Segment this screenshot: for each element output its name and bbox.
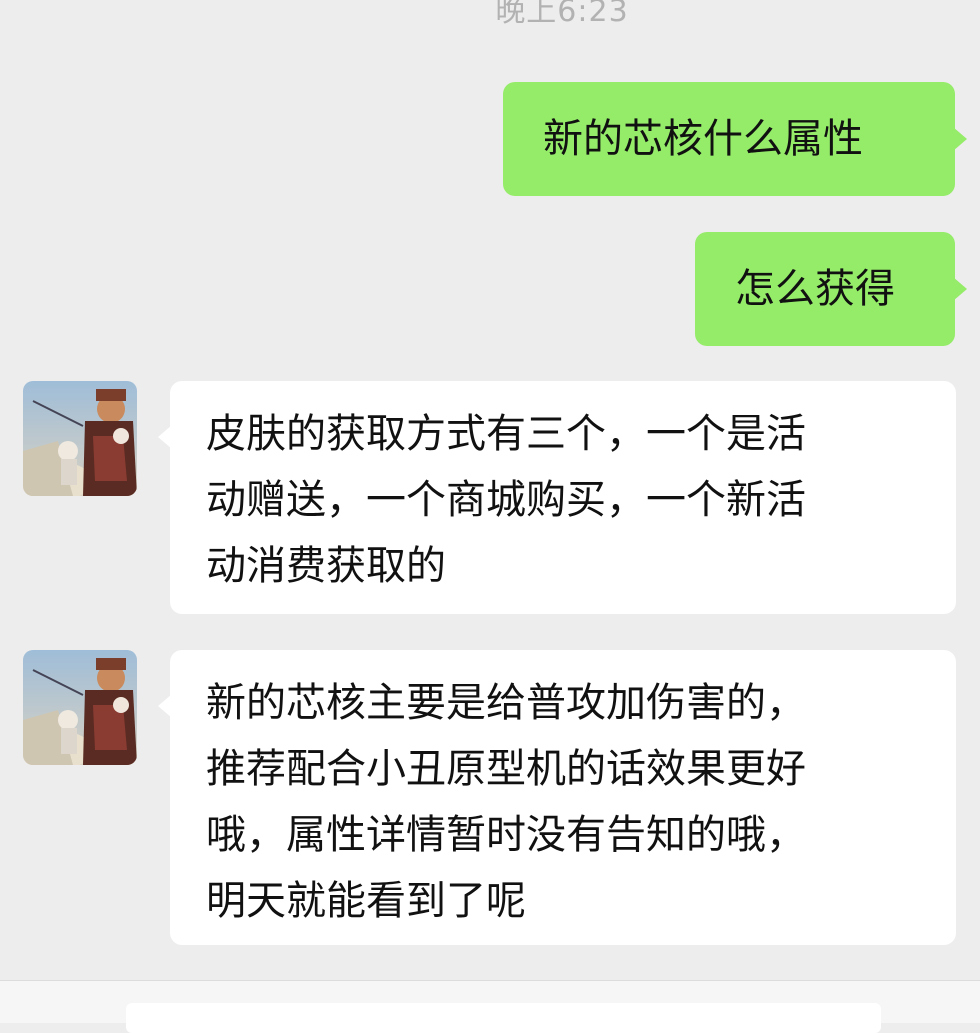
message-line: 动赠送，一个商城购买，一个新活	[206, 477, 806, 523]
message-line: 推荐配合小丑原型机的话效果更好	[206, 746, 806, 792]
outgoing-message-bubble[interactable]: 新的芯核什么属性	[503, 82, 967, 196]
avatar-image	[23, 650, 137, 765]
avatar-image	[23, 381, 137, 496]
message-line: 哦，属性详情暂时没有告知的哦，	[206, 812, 806, 858]
outgoing-message-bubble[interactable]: 怎么获得	[695, 232, 967, 346]
contact-avatar[interactable]	[23, 381, 137, 496]
message-line: 皮肤的获取方式有三个，一个是活	[206, 411, 806, 457]
message-line: 动消费获取的	[206, 543, 446, 589]
message-text: 怎么获得	[735, 266, 895, 312]
contact-avatar[interactable]	[23, 650, 137, 765]
incoming-message-bubble[interactable]: 新的芯核主要是给普攻加伤害的， 推荐配合小丑原型机的话效果更好 哦，属性详情暂时…	[158, 650, 956, 945]
message-line: 明天就能看到了呢	[206, 878, 526, 924]
message-text: 新的芯核什么属性	[543, 116, 863, 162]
message-input[interactable]	[126, 1003, 881, 1033]
message-line: 新的芯核主要是给普攻加伤害的，	[206, 680, 806, 726]
incoming-message-bubble[interactable]: 皮肤的获取方式有三个，一个是活 动赠送，一个商城购买，一个新活 动消费获取的	[158, 381, 956, 614]
chat-timestamp: 晚上6:23	[495, 0, 629, 29]
